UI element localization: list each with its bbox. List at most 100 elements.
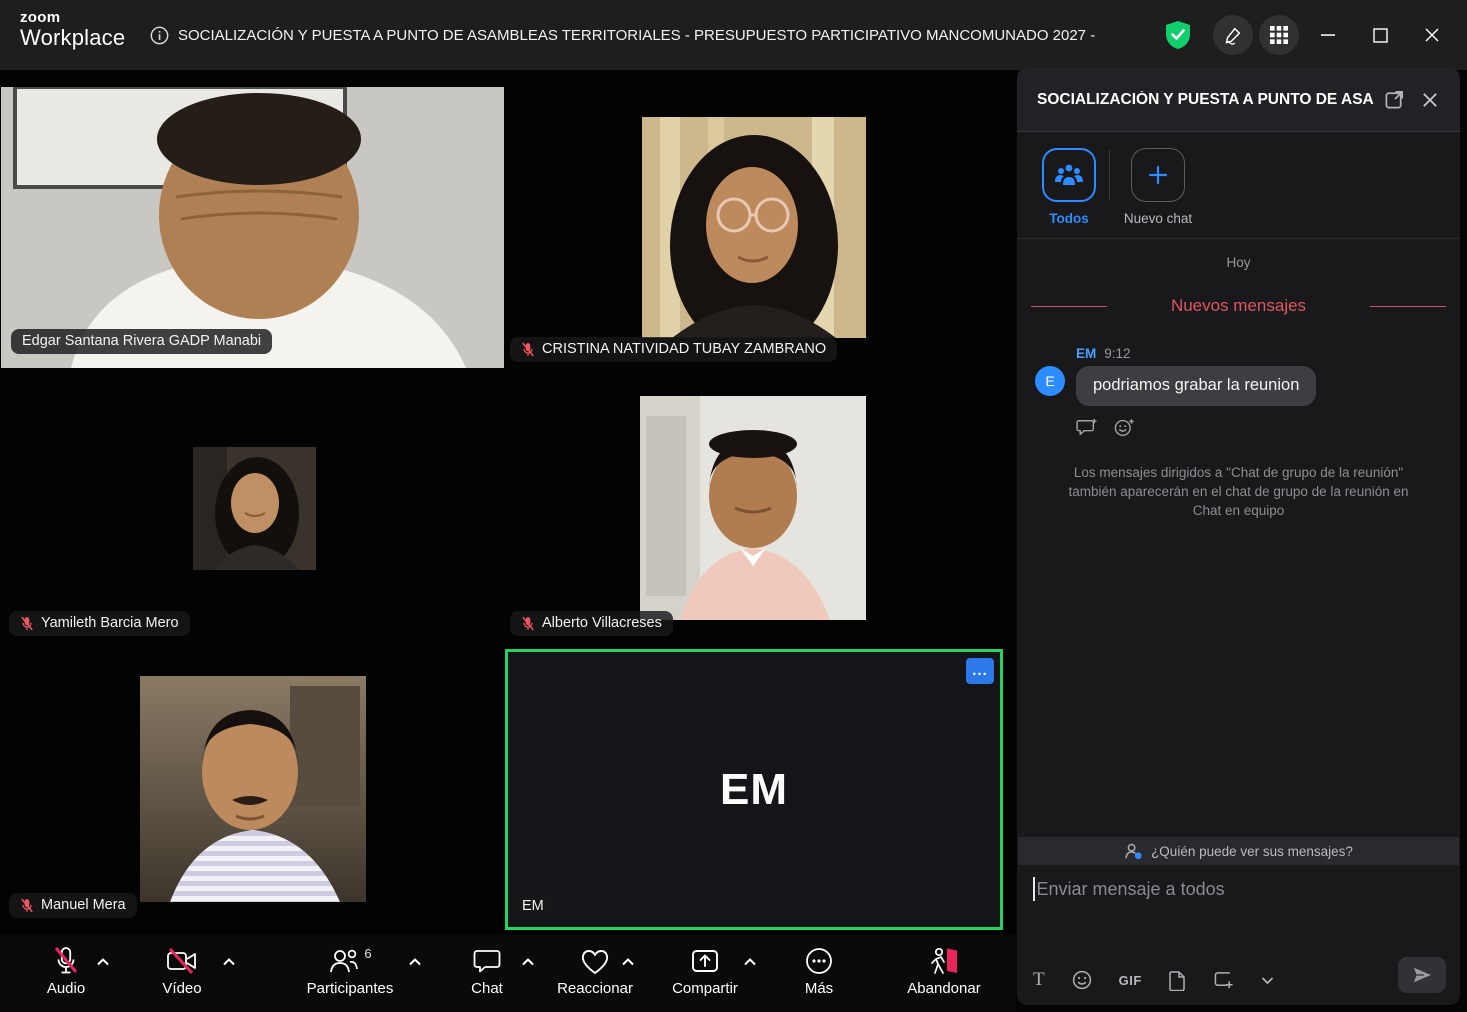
tab-todos[interactable]: Todos <box>1033 148 1105 226</box>
participant-name-label: Manuel Mera <box>9 893 137 918</box>
emoji-icon[interactable] <box>1072 970 1092 990</box>
reply-icon[interactable] <box>1076 418 1098 437</box>
close-chat-button[interactable] <box>1414 84 1446 116</box>
share-options-chevron[interactable] <box>743 957 757 967</box>
text-cursor <box>1033 877 1035 901</box>
new-messages-label: Nuevos mensajes <box>1121 296 1356 316</box>
chat-disclaimer: Los mensajes dirigidos a "Chat de grupo … <box>1064 463 1414 520</box>
react-button[interactable]: Reaccionar <box>550 944 640 997</box>
participant-name-label: Yamileth Barcia Mero <box>9 611 190 636</box>
video-tile-edgar[interactable]: Edgar Santana Rivera GADP Manabi <box>1 87 504 368</box>
more-label: Más <box>805 980 833 997</box>
avatar[interactable]: E <box>1035 366 1065 396</box>
video-options-chevron[interactable] <box>222 957 236 967</box>
new-messages-divider: Nuevos mensajes <box>1031 296 1446 316</box>
mic-muted-icon <box>521 342 535 357</box>
mic-muted-icon <box>521 616 535 631</box>
participants-options-chevron[interactable] <box>408 957 422 967</box>
chat-options-chevron[interactable] <box>521 957 535 967</box>
privacy-bar[interactable]: ¿Quién puede ver sus mensajes? <box>1018 837 1459 865</box>
divider-line <box>1031 306 1107 307</box>
tab-divider <box>1109 150 1110 200</box>
participant-name: Manuel Mera <box>41 897 126 913</box>
message-header: EM 9:12 <box>1076 346 1460 361</box>
participants-label: Participantes <box>307 980 394 997</box>
message-input[interactable]: Enviar mensaje a todos <box>1037 879 1225 900</box>
video-button[interactable]: Vídeo <box>146 944 218 997</box>
audio-button[interactable]: Audio <box>30 944 102 997</box>
video-feed <box>1 87 504 368</box>
tab-nuevo-chat-label: Nuevo chat <box>1124 211 1192 226</box>
chat-icon <box>473 944 501 978</box>
meeting-title: SOCIALIZACIÓN Y PUESTA A PUNTO DE ASAMBL… <box>178 27 1100 44</box>
more-dots-icon <box>805 944 833 978</box>
minimize-button[interactable] <box>1305 15 1351 55</box>
chat-composer[interactable]: Enviar mensaje a todos T GIF <box>1017 865 1460 1005</box>
chevron-down-icon[interactable] <box>1261 976 1274 985</box>
divider-line <box>1370 306 1446 307</box>
chat-tabs: Todos Nuevo chat <box>1017 132 1460 239</box>
security-shield-icon[interactable] <box>1163 18 1193 52</box>
participant-name: CRISTINA NATIVIDAD TUBAY ZAMBRANO <box>542 341 826 357</box>
apps-button[interactable] <box>1259 15 1299 55</box>
participant-name: Alberto Villacreses <box>542 615 662 631</box>
leave-button[interactable]: Abandonar <box>898 944 990 997</box>
video-tile-yamileth[interactable]: Yamileth Barcia Mero <box>1 369 504 648</box>
annotate-button[interactable] <box>1213 15 1253 55</box>
video-feed <box>193 447 316 570</box>
video-feed <box>140 676 366 902</box>
chat-messages: Hoy Nuevos mensajes EM9:12 E podriamos g… <box>1017 239 1460 837</box>
add-reaction-icon[interactable] <box>1114 418 1135 437</box>
share-screen-icon <box>690 944 720 978</box>
participant-name-label: EM <box>513 894 553 919</box>
send-button[interactable] <box>1398 957 1446 993</box>
audio-options-chevron[interactable] <box>96 957 110 967</box>
leave-meeting-icon <box>928 944 960 978</box>
video-feed <box>642 117 866 338</box>
privacy-label: ¿Quién puede ver sus mensajes? <box>1151 844 1353 859</box>
screenshot-icon[interactable] <box>1213 970 1234 990</box>
logo-zoom: zoom <box>20 10 125 26</box>
close-window-button[interactable] <box>1409 15 1455 55</box>
chat-panel: SOCIALIZACIÓN Y PUESTA A PUNTO DE ASA...… <box>1017 68 1460 1005</box>
camera-muted-icon <box>166 944 198 978</box>
visibility-icon <box>1124 843 1143 860</box>
participant-name: Edgar Santana Rivera GADP Manabi <box>22 333 261 349</box>
react-options-chevron[interactable] <box>621 957 635 967</box>
participants-count: 6 <box>364 946 371 961</box>
participants-button[interactable]: 6 Participantes <box>295 944 405 997</box>
video-label: Vídeo <box>162 980 201 997</box>
participant-name-label: Alberto Villacreses <box>510 611 673 636</box>
share-button[interactable]: Compartir <box>659 944 751 997</box>
react-label: Reaccionar <box>557 980 633 997</box>
format-text-icon[interactable]: T <box>1033 969 1045 991</box>
tab-nuevo-chat[interactable]: Nuevo chat <box>1122 148 1194 226</box>
share-label: Compartir <box>672 980 738 997</box>
chat-panel-title: SOCIALIZACIÓN Y PUESTA A PUNTO DE ASA... <box>1037 91 1374 109</box>
message-bubble[interactable]: podriamos grabar la reunion <box>1076 366 1316 406</box>
gif-icon[interactable]: GIF <box>1119 973 1142 988</box>
maximize-icon <box>1373 28 1388 43</box>
video-tile-manuel[interactable]: Manuel Mera <box>1 649 504 930</box>
message-actions <box>1076 418 1460 437</box>
chat-button[interactable]: Chat <box>451 944 523 997</box>
mic-muted-icon <box>20 616 34 631</box>
video-tile-em[interactable]: EM ... EM <box>505 649 1003 930</box>
tile-more-button[interactable]: ... <box>966 658 994 684</box>
maximize-button[interactable] <box>1357 15 1403 55</box>
window-controls <box>1163 0 1467 70</box>
zoom-workplace-logo: zoom Workplace <box>20 10 125 49</box>
message-sender[interactable]: EM <box>1076 346 1096 361</box>
participant-name-label: Edgar Santana Rivera GADP Manabi <box>11 329 272 354</box>
plus-icon <box>1147 164 1169 186</box>
more-button[interactable]: Más <box>783 944 855 997</box>
video-tile-cristina[interactable]: CRISTINA NATIVIDAD TUBAY ZAMBRANO <box>505 87 1005 368</box>
video-feed <box>640 396 866 620</box>
info-icon[interactable] <box>150 26 169 45</box>
chat-message: EM 9:12 E podriamos grabar la reunion <box>1035 346 1460 437</box>
heart-icon <box>580 944 610 978</box>
file-icon[interactable] <box>1169 970 1186 991</box>
message-time: 9:12 <box>1104 346 1130 361</box>
popout-button[interactable] <box>1378 84 1410 116</box>
video-tile-alberto[interactable]: Alberto Villacreses <box>505 369 1005 648</box>
